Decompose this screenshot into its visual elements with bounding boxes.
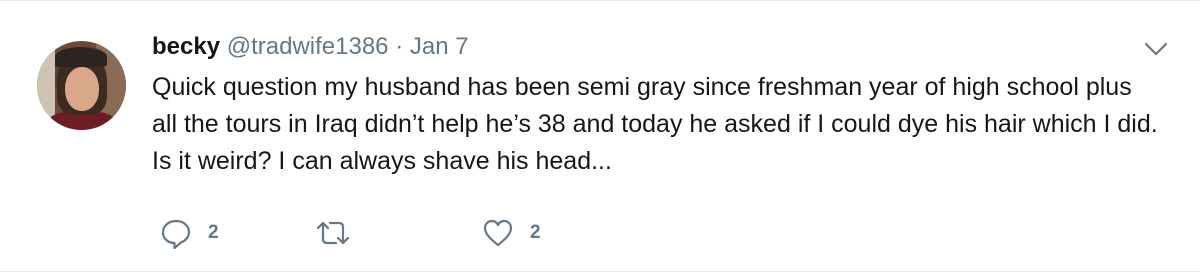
tweet-card[interactable]: becky @tradwife1386 · Jan 7 Quick questi… — [0, 0, 1200, 272]
author-name[interactable]: becky — [152, 33, 220, 60]
like-button[interactable]: 2 — [482, 216, 541, 250]
retweet-button[interactable] — [315, 216, 367, 250]
reply-icon — [160, 217, 192, 249]
author-handle[interactable]: @tradwife1386 — [227, 33, 389, 60]
reply-count: 2 — [208, 222, 219, 243]
tweet-header: becky @tradwife1386 · Jan 7 — [152, 31, 469, 63]
avatar[interactable] — [37, 41, 126, 130]
chevron-down-icon[interactable] — [1142, 39, 1170, 59]
tweet-text: Quick question my husband has been semi … — [152, 73, 1158, 175]
separator-dot: · — [395, 33, 404, 60]
retweet-icon — [315, 217, 351, 249]
tweet-date[interactable]: Jan 7 — [410, 33, 469, 60]
like-count: 2 — [530, 222, 541, 243]
reply-button[interactable]: 2 — [160, 216, 219, 250]
avatar-cap — [55, 47, 107, 67]
avatar-face — [65, 67, 99, 111]
heart-icon — [482, 217, 514, 249]
